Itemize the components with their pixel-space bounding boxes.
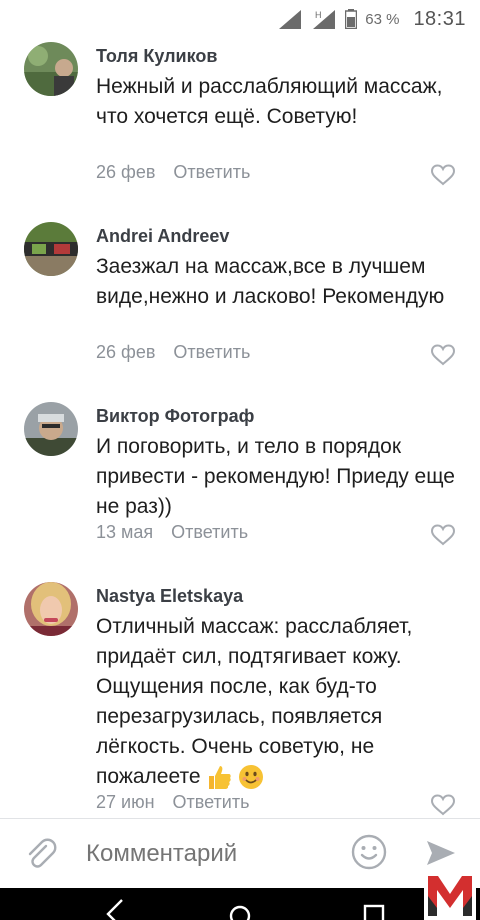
comment-date: 13 мая [96,522,154,542]
watermark-logo [424,868,476,920]
comment-text: Отличный массаж: расслабляет, придаёт си… [96,612,466,792]
comment-meta: 26 фев Ответить [96,162,250,183]
comment-text-body: Отличный массаж: расслабляет, придаёт си… [96,615,413,788]
heart-icon[interactable] [430,794,456,816]
status-bar: H 63 % 18:31 [0,0,480,38]
comment-item: Nastya Eletskaya Отличный массаж: рассла… [0,582,480,818]
reply-button[interactable]: Ответить [171,522,248,542]
user-avatar-icon[interactable] [24,42,78,96]
system-navigation-bar [0,888,480,920]
comment-date: 26 фев [96,342,156,362]
heart-icon[interactable] [430,164,456,186]
svg-text:H: H [315,10,322,20]
comment-author[interactable]: Толя Куликов [96,46,217,67]
comment-item: Виктор Фотограф И поговорить, и тело в п… [0,402,480,562]
comment-date: 27 июн [96,792,155,812]
send-icon[interactable] [424,836,458,870]
paperclip-icon[interactable] [24,837,58,871]
user-avatar-icon[interactable] [24,222,78,276]
comment-item: Andrei Andreev Заезжал на массаж,все в л… [0,222,480,382]
comment-text: Заезжал на массаж,все в лучшем виде,нежн… [96,255,445,308]
smile-icon[interactable] [351,834,387,870]
recent-apps-icon[interactable] [354,896,394,920]
reply-button[interactable]: Ответить [173,162,250,182]
heart-icon[interactable] [430,524,456,546]
comment-meta: 13 мая Ответить [96,522,248,543]
reply-button[interactable]: Ответить [173,792,250,812]
user-avatar-icon[interactable] [24,402,78,456]
reply-button[interactable]: Ответить [173,342,250,362]
heart-icon[interactable] [430,344,456,366]
comment-meta: 26 фев Ответить [96,342,250,363]
user-avatar-icon[interactable] [24,582,78,636]
back-icon[interactable] [96,896,136,920]
comment-composer [0,818,480,888]
comments-list[interactable]: Толя Куликов Нежный и расслабляющий масс… [0,38,480,818]
smiling-face-emoji [237,763,265,791]
wifi-signal-icon [277,8,303,30]
battery-icon [344,9,358,30]
home-icon[interactable] [220,896,260,920]
comment-date: 26 фев [96,162,156,182]
comment-author[interactable]: Nastya Eletskaya [96,586,243,607]
status-clock: 18:31 [413,7,466,30]
cellular-signal-icon: H [311,8,337,30]
comment-text: Нежный и расслабляющий массаж, что хочет… [96,75,443,128]
comment-author[interactable]: Andrei Andreev [96,226,229,247]
comment-text: И поговорить, и тело в порядок привести … [96,435,455,518]
battery-percent: 63 % [365,10,400,28]
comment-input[interactable] [86,837,326,871]
comment-item: Толя Куликов Нежный и расслабляющий масс… [0,42,480,202]
comment-author[interactable]: Виктор Фотограф [96,406,254,427]
thumbs-up-emoji [205,763,233,791]
comment-meta: 27 июн Ответить [96,792,249,813]
